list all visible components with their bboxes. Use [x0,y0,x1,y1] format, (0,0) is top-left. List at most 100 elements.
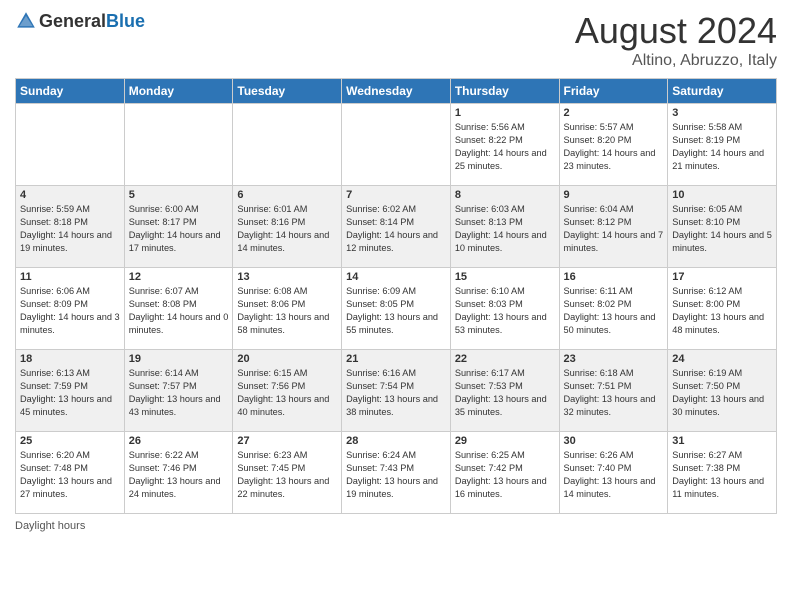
day-number: 30 [564,435,664,447]
logo-blue: Blue [106,11,145,31]
logo-general: General [39,11,106,31]
logo: GeneralBlue [15,10,145,32]
day-of-week-wednesday: Wednesday [342,79,451,104]
day-info: Sunrise: 6:23 AM Sunset: 7:45 PM Dayligh… [237,449,337,501]
calendar-cell: 2 Sunrise: 5:57 AM Sunset: 8:20 PM Daylig… [559,104,668,186]
day-number: 31 [672,435,772,447]
calendar-cell: 13 Sunrise: 6:08 AM Sunset: 8:06 PM Dayli… [233,268,342,350]
day-number: 13 [237,271,337,283]
day-number: 11 [20,271,120,283]
page: GeneralBlue August 2024 Altino, Abruzzo,… [0,0,792,542]
calendar-cell: 17 Sunrise: 6:12 AM Sunset: 8:00 PM Dayli… [668,268,777,350]
calendar-cell: 24 Sunrise: 6:19 AM Sunset: 7:50 PM Dayli… [668,350,777,432]
day-number: 6 [237,189,337,201]
header: GeneralBlue August 2024 Altino, Abruzzo,… [15,10,777,70]
calendar-cell: 3Sunrise: 5:58 AM Sunset: 8:19 PM Daylig… [668,104,777,186]
day-info: Sunrise: 6:13 AM Sunset: 7:59 PM Dayligh… [20,367,120,419]
calendar-cell: 7Sunrise: 6:02 AM Sunset: 8:14 PM Daylig… [342,186,451,268]
day-number: 27 [237,435,337,447]
calendar-header: SundayMondayTuesdayWednesdayThursdayFrid… [16,79,777,104]
day-info: Sunrise: 5:57 AM Sunset: 8:20 PM Dayligh… [564,121,664,173]
day-info: Sunrise: 6:19 AM Sunset: 7:50 PM Dayligh… [672,367,772,419]
day-number: 22 [455,353,555,365]
footer: Daylight hours [15,520,777,532]
day-number: 12 [129,271,229,283]
calendar-cell: 8 Sunrise: 6:03 AM Sunset: 8:13 PM Daylig… [450,186,559,268]
day-info: Sunrise: 6:11 AM Sunset: 8:02 PM Dayligh… [564,285,664,337]
day-number: 29 [455,435,555,447]
day-number: 10 [672,189,772,201]
day-info: Sunrise: 5:58 AM Sunset: 8:19 PM Dayligh… [672,121,772,173]
day-info: Sunrise: 6:09 AM Sunset: 8:05 PM Dayligh… [346,285,446,337]
day-number: 23 [564,353,664,365]
calendar-cell: 25Sunrise: 6:20 AM Sunset: 7:48 PM Dayli… [16,432,125,514]
calendar-cell: 5 Sunrise: 6:00 AM Sunset: 8:17 PM Daylig… [124,186,233,268]
day-number: 15 [455,271,555,283]
calendar-cell: 31Sunrise: 6:27 AM Sunset: 7:38 PM Dayli… [668,432,777,514]
day-info: Sunrise: 6:14 AM Sunset: 7:57 PM Dayligh… [129,367,229,419]
day-info: Sunrise: 6:00 AM Sunset: 8:17 PM Dayligh… [129,203,229,255]
day-number: 20 [237,353,337,365]
calendar-cell: 30 Sunrise: 6:26 AM Sunset: 7:40 PM Dayli… [559,432,668,514]
week-row: 11 Sunrise: 6:06 AM Sunset: 8:09 PM Dayli… [16,268,777,350]
calendar-cell [124,104,233,186]
day-info: Sunrise: 6:10 AM Sunset: 8:03 PM Dayligh… [455,285,555,337]
calendar-cell: 22 Sunrise: 6:17 AM Sunset: 7:53 PM Dayli… [450,350,559,432]
calendar-body: 1Sunrise: 5:56 AM Sunset: 8:22 PM Daylig… [16,104,777,514]
day-info: Sunrise: 5:56 AM Sunset: 8:22 PM Dayligh… [455,121,555,173]
day-info: Sunrise: 6:06 AM Sunset: 8:09 PM Dayligh… [20,285,120,337]
day-of-week-tuesday: Tuesday [233,79,342,104]
logo-icon [15,10,37,32]
day-number: 14 [346,271,446,283]
day-number: 2 [564,107,664,119]
calendar-cell: 9 Sunrise: 6:04 AM Sunset: 8:12 PM Daylig… [559,186,668,268]
day-number: 28 [346,435,446,447]
day-info: Sunrise: 5:59 AM Sunset: 8:18 PM Dayligh… [20,203,120,255]
day-info: Sunrise: 6:25 AM Sunset: 7:42 PM Dayligh… [455,449,555,501]
day-number: 19 [129,353,229,365]
day-number: 24 [672,353,772,365]
calendar-cell [342,104,451,186]
day-of-week-sunday: Sunday [16,79,125,104]
day-info: Sunrise: 6:07 AM Sunset: 8:08 PM Dayligh… [129,285,229,337]
calendar-cell: 26 Sunrise: 6:22 AM Sunset: 7:46 PM Dayli… [124,432,233,514]
day-of-week-saturday: Saturday [668,79,777,104]
day-number: 17 [672,271,772,283]
day-info: Sunrise: 6:26 AM Sunset: 7:40 PM Dayligh… [564,449,664,501]
day-info: Sunrise: 6:03 AM Sunset: 8:13 PM Dayligh… [455,203,555,255]
calendar-cell: 1Sunrise: 5:56 AM Sunset: 8:22 PM Daylig… [450,104,559,186]
day-info: Sunrise: 6:12 AM Sunset: 8:00 PM Dayligh… [672,285,772,337]
day-info: Sunrise: 6:16 AM Sunset: 7:54 PM Dayligh… [346,367,446,419]
calendar-cell: 23 Sunrise: 6:18 AM Sunset: 7:51 PM Dayli… [559,350,668,432]
day-info: Sunrise: 6:22 AM Sunset: 7:46 PM Dayligh… [129,449,229,501]
day-of-week-monday: Monday [124,79,233,104]
day-number: 7 [346,189,446,201]
day-number: 26 [129,435,229,447]
day-info: Sunrise: 6:01 AM Sunset: 8:16 PM Dayligh… [237,203,337,255]
calendar-cell: 16Sunrise: 6:11 AM Sunset: 8:02 PM Dayli… [559,268,668,350]
day-number: 25 [20,435,120,447]
day-info: Sunrise: 6:18 AM Sunset: 7:51 PM Dayligh… [564,367,664,419]
day-info: Sunrise: 6:24 AM Sunset: 7:43 PM Dayligh… [346,449,446,501]
day-number: 8 [455,189,555,201]
calendar-cell: 20Sunrise: 6:15 AM Sunset: 7:56 PM Dayli… [233,350,342,432]
calendar-cell: 11 Sunrise: 6:06 AM Sunset: 8:09 PM Dayli… [16,268,125,350]
header-row: SundayMondayTuesdayWednesdayThursdayFrid… [16,79,777,104]
day-number: 9 [564,189,664,201]
day-number: 5 [129,189,229,201]
location-title: Altino, Abruzzo, Italy [575,52,777,70]
week-row: 1Sunrise: 5:56 AM Sunset: 8:22 PM Daylig… [16,104,777,186]
day-info: Sunrise: 6:08 AM Sunset: 8:06 PM Dayligh… [237,285,337,337]
calendar-cell [16,104,125,186]
day-number: 4 [20,189,120,201]
calendar-cell: 27 Sunrise: 6:23 AM Sunset: 7:45 PM Dayli… [233,432,342,514]
day-number: 18 [20,353,120,365]
week-row: 25Sunrise: 6:20 AM Sunset: 7:48 PM Dayli… [16,432,777,514]
day-info: Sunrise: 6:05 AM Sunset: 8:10 PM Dayligh… [672,203,772,255]
day-info: Sunrise: 6:17 AM Sunset: 7:53 PM Dayligh… [455,367,555,419]
calendar-cell: 29 Sunrise: 6:25 AM Sunset: 7:42 PM Dayli… [450,432,559,514]
day-info: Sunrise: 6:04 AM Sunset: 8:12 PM Dayligh… [564,203,664,255]
day-number: 21 [346,353,446,365]
day-of-week-friday: Friday [559,79,668,104]
daylight-label: Daylight hours [15,520,85,532]
